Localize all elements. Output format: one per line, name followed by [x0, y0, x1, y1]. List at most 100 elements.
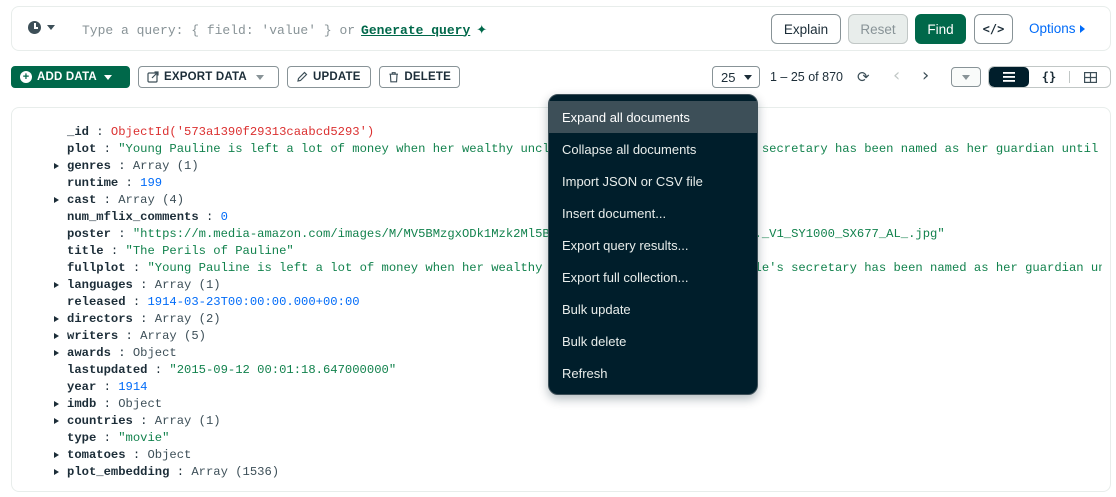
- menu-item-refresh[interactable]: Refresh: [549, 357, 757, 389]
- next-page-icon[interactable]: ›: [922, 66, 929, 86]
- caret-right-icon: [1079, 24, 1085, 33]
- menu-item-expand-all-documents[interactable]: Expand all documents: [549, 101, 757, 133]
- field-value: "2015-09-12 00:01:18.647000000": [169, 363, 397, 377]
- field-value: Object: [118, 397, 163, 411]
- expand-caret-icon[interactable]: [54, 197, 59, 203]
- field-content: languages : Array (1): [67, 277, 221, 294]
- page-size-select[interactable]: 25: [712, 66, 760, 88]
- expand-caret-icon[interactable]: [54, 282, 59, 288]
- field-separator: :: [132, 414, 155, 428]
- field-separator: :: [96, 142, 119, 156]
- find-button[interactable]: Find: [915, 14, 966, 44]
- export-data-button[interactable]: EXPORT DATA: [138, 66, 279, 88]
- menu-item-export-full-collection[interactable]: Export full collection...: [549, 261, 757, 293]
- plus-circle-icon: +: [20, 71, 32, 83]
- document-field-tomatoes[interactable]: tomatoes : Object: [12, 447, 1102, 464]
- field-value: 0: [220, 210, 228, 224]
- field-key: languages: [67, 278, 133, 292]
- field-key: _id: [67, 125, 89, 139]
- code-icon: </>: [982, 22, 1005, 36]
- field-key: runtime: [67, 176, 119, 190]
- field-key: plot: [67, 142, 97, 156]
- menu-item-collapse-all-documents[interactable]: Collapse all documents: [549, 133, 757, 165]
- field-value: Array (1): [154, 278, 221, 292]
- update-label: UPDATE: [313, 71, 361, 83]
- field-key: released: [67, 295, 126, 309]
- json-view-button[interactable]: {}: [1029, 67, 1069, 87]
- expand-caret-icon[interactable]: [54, 163, 59, 169]
- field-value: Array (4): [118, 193, 185, 207]
- menu-item-export-query-results[interactable]: Export query results...: [549, 229, 757, 261]
- field-content: type : "movie": [67, 430, 169, 447]
- expand-caret-icon[interactable]: [54, 401, 59, 407]
- field-separator: :: [110, 227, 133, 241]
- refresh-icon[interactable]: ⟳: [857, 69, 870, 85]
- update-button[interactable]: UPDATE: [287, 66, 371, 88]
- trash-icon: [389, 72, 398, 83]
- document-field-countries[interactable]: countries : Array (1): [12, 413, 1102, 430]
- field-separator: :: [132, 312, 155, 326]
- query-history-button[interactable]: [28, 21, 55, 34]
- field-content: lastupdated : "2015-09-12 00:01:18.64700…: [67, 362, 396, 379]
- menu-item-insert-document[interactable]: Insert document...: [549, 197, 757, 229]
- list-view-button[interactable]: [989, 67, 1029, 87]
- field-value: 199: [140, 176, 163, 190]
- expand-caret-icon[interactable]: [54, 333, 59, 339]
- field-separator: :: [118, 176, 141, 190]
- field-key: tomatoes: [67, 448, 126, 462]
- field-key: type: [67, 431, 97, 445]
- field-content: year : 1914: [67, 379, 147, 396]
- field-content: _id : ObjectId('573a1390f29313caabcd5293…: [67, 124, 374, 141]
- field-content: imdb : Object: [67, 396, 162, 413]
- field-value: 1914: [118, 380, 148, 394]
- field-value: ObjectId('573a1390f29313caabcd5293'): [110, 125, 375, 139]
- caret-down-icon: [103, 74, 112, 80]
- field-value: "https://m.media-amazon.com/images/M/MV5…: [132, 227, 945, 241]
- field-separator: :: [103, 244, 126, 258]
- menu-item-import-json-or-csv-file[interactable]: Import JSON or CSV file: [549, 165, 757, 197]
- expand-caret-icon[interactable]: [54, 418, 59, 424]
- document-field-imdb[interactable]: imdb : Object: [12, 396, 1102, 413]
- generate-query-link[interactable]: Generate query: [361, 23, 470, 38]
- field-content: directors : Array (2): [67, 311, 221, 328]
- explain-button[interactable]: Explain: [771, 14, 841, 44]
- expand-caret-icon[interactable]: [54, 350, 59, 356]
- add-data-button[interactable]: + ADD DATA: [11, 66, 130, 88]
- export-code-button[interactable]: </>: [974, 14, 1013, 44]
- expand-caret-icon[interactable]: [54, 452, 59, 458]
- query-bar: Type a query: { field: 'value' } or Gene…: [11, 6, 1111, 51]
- field-key: lastupdated: [67, 363, 148, 377]
- query-placeholder: Type a query: { field: 'value' } or: [82, 22, 356, 38]
- expand-caret-icon[interactable]: [54, 316, 59, 322]
- field-content: title : "The Perils of Pauline": [67, 243, 294, 260]
- field-value: Object: [147, 448, 192, 462]
- field-key: countries: [67, 414, 133, 428]
- previous-page-icon[interactable]: ‹: [893, 66, 900, 86]
- field-content: genres : Array (1): [67, 158, 199, 175]
- document-field-plot-embedding[interactable]: plot_embedding : Array (1536): [12, 464, 1102, 481]
- field-separator: :: [110, 346, 133, 360]
- field-separator: :: [125, 448, 148, 462]
- field-value: Array (1): [154, 414, 221, 428]
- field-value: 1914-03-23T00:00:00.000+00:00: [147, 295, 360, 309]
- delete-button[interactable]: DELETE: [379, 66, 460, 88]
- menu-item-bulk-update[interactable]: Bulk update: [549, 293, 757, 325]
- export-data-label: EXPORT DATA: [164, 71, 247, 83]
- field-key: genres: [67, 159, 111, 173]
- caret-down-icon: [47, 25, 55, 30]
- view-options-dropdown[interactable]: [951, 67, 981, 87]
- add-data-label: ADD DATA: [37, 71, 97, 83]
- field-content: num_mflix_comments : 0: [67, 209, 228, 226]
- caret-down-icon: [962, 74, 970, 80]
- options-toggle[interactable]: Options: [1029, 21, 1085, 36]
- reset-button[interactable]: Reset: [848, 14, 908, 44]
- expand-caret-icon[interactable]: [54, 469, 59, 475]
- field-key: title: [67, 244, 104, 258]
- query-input[interactable]: Type a query: { field: 'value' } or Gene…: [82, 19, 762, 41]
- table-view-button[interactable]: [1070, 67, 1110, 87]
- field-key: num_mflix_comments: [67, 210, 199, 224]
- document-field-type: type : "movie": [12, 430, 1102, 447]
- menu-item-bulk-delete[interactable]: Bulk delete: [549, 325, 757, 357]
- field-value: Array (1): [132, 159, 199, 173]
- export-icon: [147, 71, 159, 83]
